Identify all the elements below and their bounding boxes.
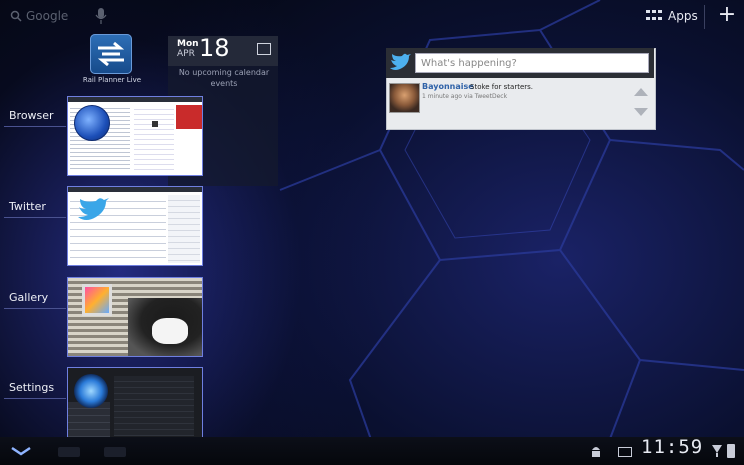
recent-app-label-gallery: Gallery [9,291,49,304]
apps-label: Apps [668,9,698,23]
rail-logo-icon [97,41,125,67]
scroll-up-icon[interactable] [634,88,648,96]
recent-app-label-browser: Browser [9,109,54,122]
avatar[interactable] [389,83,420,113]
status-clock[interactable]: 11:59 [641,436,703,458]
recent-app-divider [4,398,66,399]
recent-app-divider [4,308,66,309]
apps-button[interactable]: Apps [646,7,698,25]
tweet-meta: 1 minute ago via TweetDeck [422,93,508,100]
recent-app-settings-thumbnail[interactable] [67,367,203,447]
settings-gear-icon [74,374,108,408]
recent-app-divider [4,126,66,127]
browser-globe-icon [74,105,110,141]
top-bar-divider [704,5,705,29]
battery-icon [727,444,735,458]
calendar-month: APR [177,49,195,59]
apps-grid-icon [646,10,662,22]
recent-app-label-settings: Settings [9,381,55,394]
mail-notification-icon[interactable] [618,447,632,457]
microphone-icon[interactable] [94,6,108,26]
recent-app-divider [4,217,66,218]
tweet-username[interactable]: Bayonnaise [422,82,474,91]
recent-app-gallery-thumbnail[interactable] [67,277,203,357]
recent-app-twitter-thumbnail[interactable] [67,186,203,266]
plus-icon: + [717,2,737,27]
gallery-app-icon [82,284,112,316]
search-label: Google [26,9,69,23]
android-notification-icon[interactable] [590,444,602,458]
search-icon [10,10,22,22]
twitter-bird-icon [78,198,109,220]
recent-apps-button-icon[interactable] [104,447,126,457]
rail-planner-label: Rail Planner Live [82,76,142,84]
recent-app-label-twitter: Twitter [9,200,46,213]
add-widget-button[interactable]: + [716,3,738,29]
calendar-day-name: Mon [177,39,199,49]
tweet-text: Stoke for starters. [470,83,534,91]
scroll-down-icon[interactable] [634,108,648,116]
home-button-icon[interactable] [58,447,80,457]
calendar-empty-text: No upcoming calendar events [178,68,270,88]
google-search-box[interactable]: Google [10,6,76,26]
calendar-day-number: 18 [199,34,230,62]
tweet-compose-input[interactable]: What's happening? [415,53,649,73]
recent-app-browser-thumbnail[interactable] [67,96,203,176]
rail-planner-app-icon[interactable] [90,34,132,74]
wifi-signal-icon [712,445,722,457]
new-event-icon[interactable] [257,43,271,55]
twitter-bird-icon [390,53,411,70]
hide-recents-chevron-icon[interactable] [10,445,32,457]
